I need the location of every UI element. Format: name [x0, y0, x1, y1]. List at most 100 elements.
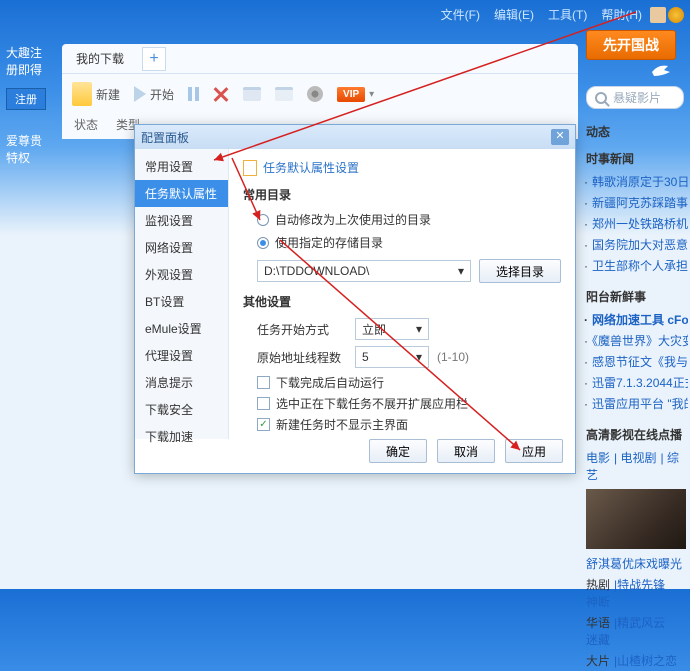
video-tags: 电影| 电视剧| 综艺 — [580, 447, 690, 485]
chevron-down-icon: ▾ — [416, 350, 422, 364]
cat-hd: 高清影视在线点播 — [580, 420, 690, 447]
ok-button[interactable]: 确定 — [369, 439, 427, 463]
threads-label: 原始地址线程数 — [257, 349, 347, 366]
path-input[interactable]: D:\TDDOWNLOAD\▾ — [257, 260, 471, 282]
fresh-link[interactable]: 迅雷7.1.3.2044正式发 — [584, 372, 688, 393]
radio-checked-icon — [257, 237, 269, 249]
chk-noexpand[interactable]: 选中正在下载任务不展开扩展应用栏 — [243, 393, 561, 414]
news-link[interactable]: 郑州一处铁路桥机掉落 — [584, 213, 688, 234]
nav-proxy[interactable]: 代理设置 — [135, 342, 228, 369]
share-button[interactable] — [275, 87, 293, 101]
badge-icon[interactable] — [668, 7, 684, 23]
other-group-label: 其他设置 — [243, 293, 561, 310]
news-list: 韩歌消原定于30日的故 新疆阿克苏踩踏事故4 郑州一处铁路桥机掉落 国务院加大对… — [580, 171, 690, 282]
link[interactable]: 特战先锋 — [617, 578, 665, 592]
tab-downloads[interactable]: 我的下载 — [62, 50, 138, 67]
nav-emule[interactable]: eMule设置 — [135, 315, 228, 342]
link[interactable]: 神断 — [586, 595, 610, 609]
folder-icon — [243, 87, 261, 101]
menu-edit[interactable]: 编辑(E) — [488, 6, 540, 23]
delete-button[interactable] — [213, 86, 229, 102]
start-button[interactable]: 开始 — [134, 86, 174, 103]
section-title: 任务默认属性设置 — [263, 159, 359, 176]
fresh-list: 网络加速工具 cFosSp 《魔兽世界》大灾变度 感恩节征文《我与迅雷 迅雷7.… — [580, 309, 690, 420]
settings-dialog: 配置面板 ✕ 常用设置 任务默认属性 监视设置 网络设置 外观设置 BT设置 e… — [134, 124, 576, 474]
nav-network[interactable]: 网络设置 — [135, 234, 228, 261]
nav-monitor[interactable]: 监视设置 — [135, 207, 228, 234]
chk-hidemain[interactable]: ✓新建任务时不显示主界面 — [243, 414, 561, 435]
play-icon — [134, 86, 146, 102]
dialog-nav: 常用设置 任务默认属性 监视设置 网络设置 外观设置 BT设置 eMule设置 … — [135, 149, 229, 439]
vip-badge: VIP — [337, 87, 365, 102]
bird-icon — [650, 62, 672, 80]
news-link[interactable]: 韩歌消原定于30日的故 — [584, 171, 688, 192]
promo-text-2: 爱尊贵特权 — [0, 128, 58, 170]
fresh-link[interactable]: 迅雷应用平台 "我的 — [584, 393, 688, 414]
vip-button[interactable]: VIP▾ — [337, 87, 374, 102]
link[interactable]: 山楂树之恋 — [617, 654, 677, 668]
left-promo: 大趣注册即得 注册 爱尊贵特权 — [0, 40, 58, 170]
menu-tool[interactable]: 工具(T) — [542, 6, 593, 23]
page-icon — [243, 160, 257, 176]
tag-tv[interactable]: 电视剧 — [620, 451, 656, 465]
cat-fresh: 阳台新鲜事 — [580, 282, 690, 309]
fresh-link[interactable]: 《魔兽世界》大灾变度 — [584, 330, 688, 351]
dialog-title: 配置面板 — [141, 129, 189, 146]
subtab-status[interactable]: 状态 — [74, 116, 98, 133]
toolbar: 新建 开始 VIP▾ — [62, 74, 578, 114]
open-folder-button[interactable] — [243, 87, 261, 101]
menu-file[interactable]: 文件(F) — [435, 6, 486, 23]
start-mode-label: 任务开始方式 — [257, 321, 347, 338]
chevron-down-icon: ▾ — [416, 322, 422, 336]
news-link[interactable]: 国务院加大对恶意圈林 — [584, 234, 688, 255]
cta-button[interactable]: 先开国战 — [586, 30, 676, 60]
link[interactable]: 迷藏 — [586, 633, 610, 647]
fresh-link[interactable]: 感恩节征文《我与迅雷 — [584, 351, 688, 372]
delete-icon — [213, 86, 229, 102]
nav-general[interactable]: 常用设置 — [135, 153, 228, 180]
chevron-down-icon: ▾ — [458, 264, 464, 278]
dialog-close-button[interactable]: ✕ — [551, 129, 569, 145]
video-thumbnail[interactable] — [586, 489, 686, 549]
news-link[interactable]: 卫生部称个人承担看病 — [584, 255, 688, 276]
folder-icon — [275, 87, 293, 101]
choose-dir-button[interactable]: 选择目录 — [479, 259, 561, 283]
pause-button[interactable] — [188, 87, 199, 101]
threads-select[interactable]: 5▾ — [355, 346, 429, 368]
add-tab-button[interactable]: + — [142, 47, 166, 71]
start-mode-select[interactable]: 立即▾ — [355, 318, 429, 340]
search-icon — [595, 92, 607, 104]
cancel-button[interactable]: 取消 — [437, 439, 495, 463]
nav-task-defaults[interactable]: 任务默认属性 — [135, 180, 228, 207]
news-link[interactable]: 新疆阿克苏踩踏事故4 — [584, 192, 688, 213]
gear-icon — [307, 86, 323, 102]
nav-appearance[interactable]: 外观设置 — [135, 261, 228, 288]
radio-icon — [257, 214, 269, 226]
avatar-icon[interactable] — [650, 7, 666, 23]
radio-fixed-dir[interactable]: 使用指定的存储目录 — [243, 232, 561, 255]
link[interactable]: 精武风云 — [617, 616, 665, 630]
apply-button[interactable]: 应用 — [505, 439, 563, 463]
pause-icon — [188, 87, 199, 101]
register-button[interactable]: 注册 — [6, 88, 46, 110]
nav-bt[interactable]: BT设置 — [135, 288, 228, 315]
search-input[interactable]: 悬疑影片 — [586, 86, 684, 109]
settings-button[interactable] — [307, 86, 323, 102]
tag-movie[interactable]: 电影 — [586, 451, 610, 465]
cat-dynamic: 动态 — [580, 117, 690, 144]
menu-help[interactable]: 帮助(H) — [595, 6, 648, 23]
thumb-caption[interactable]: 舒淇葛优床戏曝光 — [580, 553, 690, 574]
promo-text-1: 大趣注册即得 — [0, 40, 58, 82]
nav-accel[interactable]: 下载加速 — [135, 423, 228, 450]
radio-last-dir[interactable]: 自动修改为上次使用过的目录 — [243, 209, 561, 232]
chk-autorun[interactable]: 下载完成后自动运行 — [243, 372, 561, 393]
right-column: 悬疑影片 动态 时事新闻 韩歌消原定于30日的故 新疆阿克苏踩踏事故4 郑州一处… — [580, 82, 690, 671]
nav-messages[interactable]: 消息提示 — [135, 369, 228, 396]
nav-security[interactable]: 下载安全 — [135, 396, 228, 423]
new-task-button[interactable]: 新建 — [72, 82, 120, 106]
dir-group-label: 常用目录 — [243, 186, 561, 203]
fresh-link[interactable]: 网络加速工具 cFosSp — [584, 309, 688, 330]
threads-hint: (1-10) — [437, 350, 469, 364]
document-icon — [72, 82, 92, 106]
cat-news: 时事新闻 — [580, 144, 690, 171]
